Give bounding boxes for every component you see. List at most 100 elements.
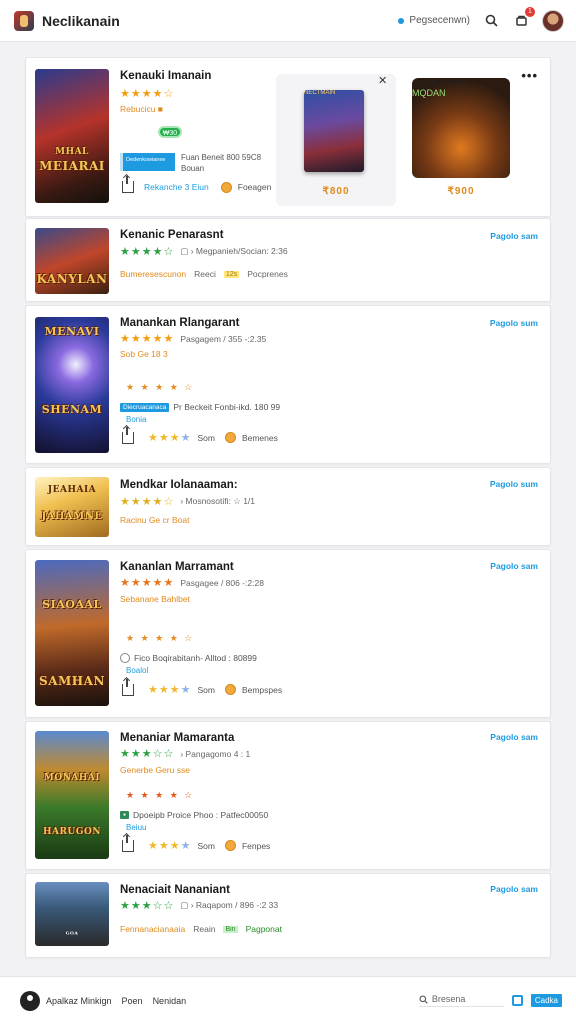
minor-text: Bonia (126, 415, 147, 424)
footer-actions: Bresena Cadka (418, 994, 562, 1007)
subtitle: Generbe Geru sse (120, 765, 190, 775)
sub-text: Pocprenes (247, 269, 288, 279)
get-link[interactable]: Pagolo sam (490, 231, 538, 241)
preview-popup: NECTMAIN ₹800 (276, 74, 396, 206)
featured-card[interactable]: MHAL MEIARAI Kenauki Imanain ★★★★☆ Rebuc… (25, 57, 551, 217)
game-thumbnail[interactable]: MENAVI SHENAM (35, 317, 109, 453)
featured-image[interactable]: SAGMAKAS MQDAN (412, 78, 510, 178)
info-row: Fico Boqirabitanh- Alltod : 80899 (120, 653, 257, 663)
detail-text: Fuan Beneit 800 59C8 Bouan (181, 152, 261, 174)
star-rating: ★★★★☆ (120, 496, 175, 508)
get-link[interactable]: Pagolo sam (490, 561, 538, 571)
thumbnail-caption: SHENAM (41, 403, 103, 416)
game-thumbnail[interactable]: SIAOAAL SAMHAN (35, 560, 109, 706)
expand-icon[interactable] (511, 995, 523, 1006)
share-icon[interactable] (122, 678, 134, 696)
get-link[interactable]: Pagolo sum (490, 318, 538, 328)
preview-image[interactable]: NECTMAIN (304, 90, 364, 172)
game-meta: Pasgagee / 806 -:2:28 (180, 577, 264, 588)
thumbnail-caption: MONAHAI (43, 773, 101, 783)
get-link[interactable]: Pagolo sum (490, 479, 538, 489)
coin-text: Bempspes (241, 684, 283, 695)
game-title[interactable]: Mendkar Iolanaaman: (120, 479, 238, 491)
footer-link[interactable]: Poen (122, 996, 143, 1006)
game-title[interactable]: Kenanic Penarasnt (120, 229, 224, 241)
featured-price: ₹900 (447, 186, 475, 197)
game-title[interactable]: Kananlan Marramant (120, 561, 234, 573)
game-card[interactable]: KANYLAN Kenanic Penarasnt ★★★★☆ ▢ › Megpa… (25, 218, 551, 302)
share-icon[interactable] (122, 834, 134, 852)
game-thumbnail[interactable]: JEAHAIA JAHAMNE (35, 477, 109, 537)
subtitle: Racinu Ge cr Boat (120, 515, 190, 525)
thumbnail-caption: MENAVI (44, 325, 100, 338)
star-rating: ★★★☆☆ (120, 748, 175, 760)
top-bar: Neclikanain Pegsecenwn) 1 (0, 0, 576, 42)
game-meta: › Pangagomo 4 : 1 (180, 748, 251, 759)
get-link[interactable]: Pagolo sam (490, 732, 538, 742)
share-icon[interactable] (122, 176, 134, 193)
game-meta: ▢ › Megpanieh/Socian: 2:36 (180, 246, 288, 256)
search-icon (485, 14, 498, 27)
thumbnail-caption: JAHAMNE (41, 511, 103, 522)
discount-badge: ₩30 (158, 126, 182, 138)
tag: 12s (223, 270, 240, 278)
action-row: ★★★★ Som Bemenes (122, 426, 278, 444)
info-text: Dpoeipb Proice Phoo : Patfec00050 (133, 810, 269, 820)
game-thumbnail[interactable]: MHAL MEIARAI (35, 69, 109, 203)
footer-button[interactable]: Cadka (530, 994, 562, 1007)
share-icon[interactable] (122, 426, 134, 444)
secondary-rating: ★ ★ ★ ★ ☆ (126, 382, 195, 392)
small-stars: ★★★★ (148, 840, 192, 852)
app-title: Neclikanain (42, 12, 120, 29)
bell-icon (515, 15, 527, 26)
profile-icon[interactable] (20, 990, 40, 1011)
small-stars: ★★★★ (148, 684, 192, 696)
game-title[interactable]: Manankan Rlangarant (120, 317, 240, 329)
game-card[interactable]: ᴳᴼᴬ Nenaciait Nananiant ★★★☆☆ ▢ › Raqapom… (25, 873, 551, 958)
game-thumbnail[interactable]: ᴳᴼᴬ (35, 882, 109, 946)
search-button[interactable] (482, 12, 500, 30)
game-card[interactable]: JEAHAIA JAHAMNE Mendkar Iolanaaman: ★★★★… (25, 467, 551, 546)
star-rating: ★★★★☆ (120, 88, 175, 100)
subtitle: Rebucicu ■ (120, 104, 163, 114)
info-row: Diecruacanaca Pr Beckeit Fonbi-ikd. 180 … (120, 402, 280, 412)
game-card[interactable]: MONAHAI HARUGON Menaniar Mamaranta ★★★☆☆… (25, 721, 551, 870)
thumbnail-caption: ᴳᴼᴬ (65, 930, 79, 939)
user-avatar[interactable] (542, 9, 564, 32)
status-dot-icon (398, 17, 405, 24)
footer-link[interactable]: Nenidan (153, 996, 187, 1006)
game-card[interactable]: MENAVI SHENAM Manankan Rlangarant ★★★★★ P… (25, 305, 551, 464)
game-title[interactable]: Kenauki Imanain (120, 70, 211, 82)
notifications-button[interactable]: 1 (512, 6, 535, 30)
game-title[interactable]: Menaniar Mamaranta (120, 732, 234, 744)
sub-text: Reeci (194, 269, 216, 279)
search-field[interactable]: Bresena (418, 994, 504, 1007)
header-actions: Pegsecenwn) 1 (398, 6, 564, 32)
thumbnail-caption: MHAL (55, 147, 89, 157)
status-indicator[interactable]: Pegsecenwn) (398, 15, 470, 26)
game-thumbnail[interactable]: MONAHAI HARUGON (35, 731, 109, 859)
action-text[interactable]: Rekanche 3 Eiun (144, 182, 209, 192)
sub-row: Fennanacianaaia Reain Bin Pagponat (120, 924, 282, 934)
small-stars: ★★★★ (148, 432, 192, 444)
coin-icon (224, 432, 236, 443)
coin-text: Foeagen (237, 182, 272, 192)
action-text[interactable]: Som (197, 685, 214, 695)
more-options-icon[interactable]: ••• (521, 68, 538, 83)
game-thumbnail[interactable]: KANYLAN (35, 228, 109, 294)
action-text[interactable]: Som (197, 433, 214, 443)
thumbnail-caption: SAMHAN (39, 674, 105, 688)
featured-caption: MQDAN (412, 88, 446, 98)
tag: Bin (223, 925, 238, 933)
info-text: Fico Boqirabitanh- Alltod : 80899 (134, 653, 257, 663)
game-card[interactable]: SIAOAAL SAMHAN Kananlan Marramant ★★★★★ P… (25, 549, 551, 718)
get-link[interactable]: Pagolo sam (490, 884, 538, 894)
sub-text: Pagponat (245, 924, 282, 934)
profile-link[interactable]: Apalkaz Minkign (46, 996, 112, 1006)
action-text[interactable]: Som (197, 841, 214, 851)
rating-row: ★★★★★ Pasgagem / 355 -:2.35 (120, 332, 266, 345)
close-icon[interactable]: ✕ (378, 74, 387, 87)
preview-caption: NECTMAIN (304, 90, 336, 96)
app-logo[interactable] (14, 10, 34, 31)
game-title[interactable]: Nenaciait Nananiant (120, 884, 230, 896)
